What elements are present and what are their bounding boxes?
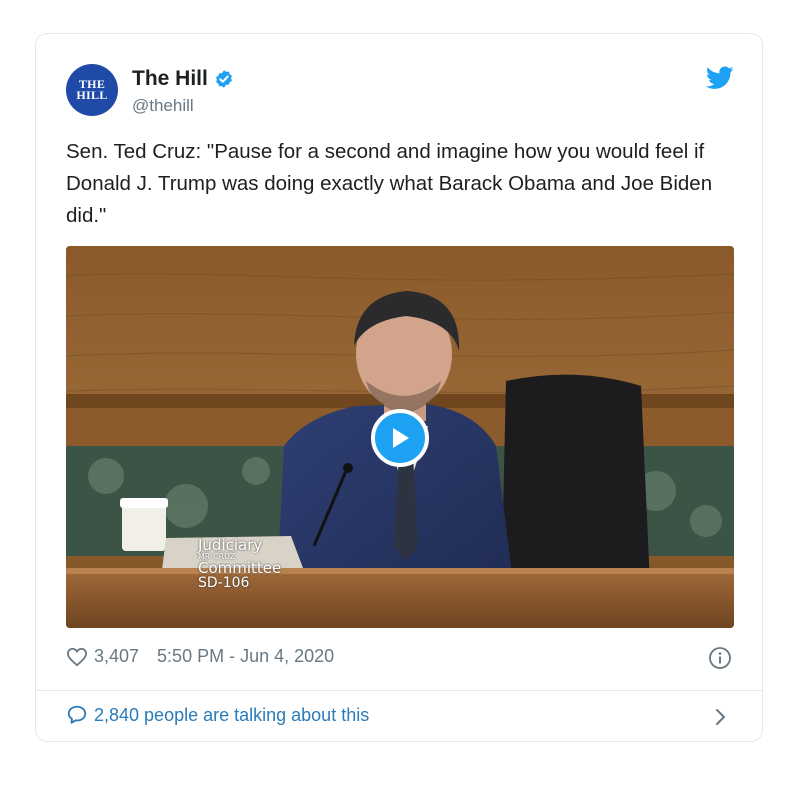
handle[interactable]: @thehill bbox=[132, 96, 194, 116]
placard-line-4: SD-106 bbox=[198, 575, 250, 591]
twitter-bird-icon[interactable] bbox=[706, 66, 734, 90]
conversation-link[interactable]: 2,840 people are talking about this bbox=[66, 704, 369, 726]
like-count[interactable]: 3,407 bbox=[94, 646, 139, 667]
display-name[interactable]: The Hill bbox=[132, 67, 208, 91]
placard: Judiciary MR CRUZ Committee SD-106 bbox=[198, 538, 281, 591]
divider bbox=[36, 690, 762, 691]
speech-bubble-icon bbox=[67, 705, 87, 724]
play-icon bbox=[393, 428, 409, 448]
placard-line-1: Judiciary bbox=[198, 536, 263, 554]
verified-badge-icon bbox=[215, 70, 232, 88]
play-button[interactable] bbox=[371, 409, 429, 467]
chevron-right-icon[interactable] bbox=[714, 707, 728, 727]
tweet-meta-row: 3,407 5:50 PM - Jun 4, 2020 bbox=[66, 646, 334, 667]
heart-icon[interactable] bbox=[66, 647, 88, 667]
author-name-row: The Hill bbox=[132, 67, 234, 91]
conversation-label: 2,840 people are talking about this bbox=[94, 704, 370, 725]
embedded-tweet-card: THE HILL The Hill @thehill Sen. Ted Cruz… bbox=[35, 33, 763, 742]
avatar-text-line-2: HILL bbox=[76, 88, 108, 102]
video-player[interactable]: Judiciary MR CRUZ Committee SD-106 bbox=[66, 246, 734, 628]
avatar[interactable]: THE HILL bbox=[66, 64, 118, 116]
tweet-text: Sen. Ted Cruz: "Pause for a second and i… bbox=[66, 140, 713, 227]
placard-line-3: Committee bbox=[198, 559, 282, 577]
info-icon[interactable] bbox=[708, 646, 732, 670]
tweet-timestamp[interactable]: 5:50 PM - Jun 4, 2020 bbox=[157, 646, 334, 667]
